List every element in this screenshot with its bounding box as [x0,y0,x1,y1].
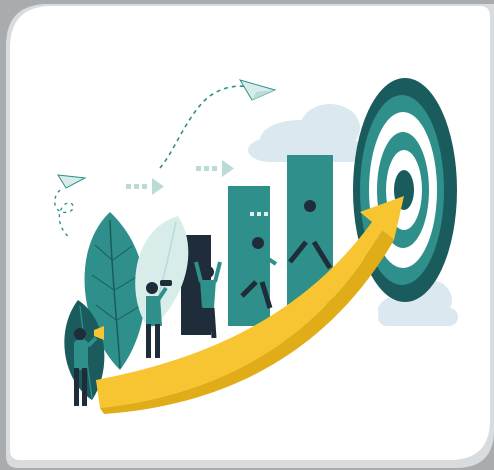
binoculars-icon [160,280,172,286]
arrow-chevrons-icon [250,212,268,216]
illustration-frame [0,0,494,470]
growth-illustration [0,0,494,470]
